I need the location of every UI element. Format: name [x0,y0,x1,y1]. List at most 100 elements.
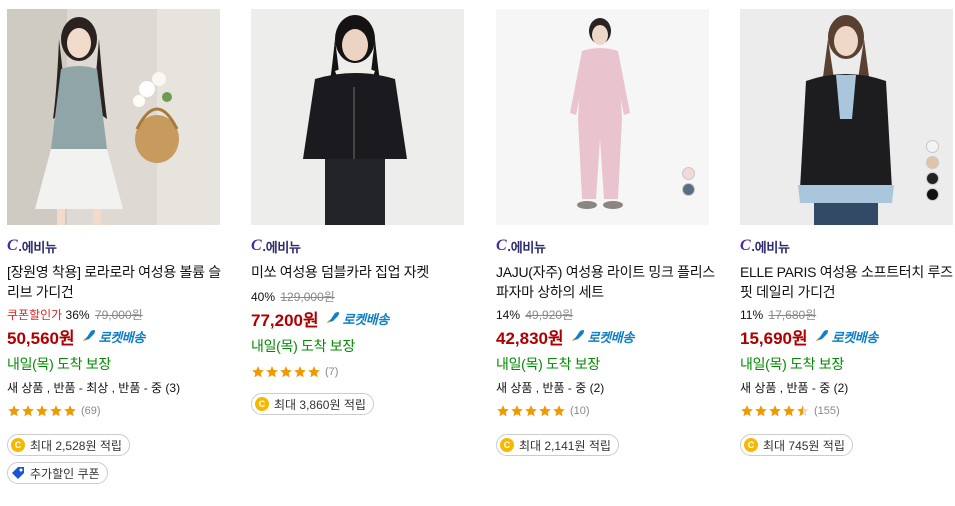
rocket-icon [326,312,339,323]
star-icon [497,405,509,417]
star-icon [769,405,781,417]
star-icon [553,405,565,417]
product-image[interactable] [7,9,220,225]
product-title[interactable]: [장원영 착용] 로라로라 여성용 볼륨 슬리브 가디건 [7,262,227,302]
coin-icon: C [255,397,269,411]
coin-icon: C [11,438,25,452]
color-swatch[interactable] [926,140,939,153]
color-swatch[interactable] [926,156,939,169]
color-swatch[interactable] [926,188,939,201]
brand-logo: C. 에비뉴 [740,237,790,255]
star-icon [266,366,278,378]
rocket-delivery-badge: 로켓배송 [814,327,878,346]
rocket-delivery-badge: 로켓배송 [570,327,634,346]
original-price: 17,680원 [768,308,817,322]
sale-price: 50,560원 [7,328,75,348]
original-price: 49,920원 [525,308,574,322]
discount-row: 40% 129,000원 [251,289,471,305]
rating: (69) [7,402,227,420]
price-row: 42,830원 로켓배송 [496,325,716,348]
product-image[interactable] [496,9,709,225]
reward-badge: C 최대 2,528원 적립 [7,434,130,456]
sale-price: 15,690원 [740,328,808,348]
sale-price: 77,200원 [251,310,319,330]
product-image[interactable] [740,9,953,225]
reward-badge: C 최대 745원 적립 [740,434,853,456]
discount-rate: 40% [251,290,276,304]
product-card[interactable]: C. 에비뉴 [장원영 착용] 로라로라 여성용 볼륨 슬리브 가디건 쿠폰할인가… [7,9,227,485]
product-grid: C. 에비뉴 [장원영 착용] 로라로라 여성용 볼륨 슬리브 가디건 쿠폰할인가… [0,0,955,506]
coupon-price-label: 쿠폰할인가 [7,308,63,322]
star-icon [511,405,523,417]
brand-logo: C. 에비뉴 [251,237,301,255]
star-rating [251,365,321,379]
product-card[interactable]: C. 에비뉴 ELLE PARIS 여성용 소프트터치 루즈핏 데일리 가디건 1… [740,9,955,456]
review-count: (155) [814,405,840,417]
original-price: 79,000원 [94,308,143,322]
discount-row: 11% 17,680원 [740,307,955,323]
product-title[interactable]: JAJU(자주) 여성용 라이트 밍크 플리스 파자마 상하의 세트 [496,262,716,302]
star-icon [36,405,48,417]
coin-icon: C [744,438,758,452]
price-row: 50,560원 로켓배송 [7,325,227,348]
review-count: (69) [81,405,101,417]
star-rating [496,404,566,418]
star-icon [525,405,537,417]
coin-icon: C [500,438,514,452]
star-icon [797,405,809,417]
color-swatch[interactable] [682,167,695,180]
product-title[interactable]: ELLE PARIS 여성용 소프트터치 루즈핏 데일리 가디건 [740,262,955,302]
star-icon [64,405,76,417]
product-options: 새 상품 , 반품 - 중 (2) [740,381,849,395]
brand-logo: C. 에비뉴 [496,237,546,255]
star-icon [280,366,292,378]
delivery-guarantee: 내일(목) 도착 보장 [496,356,600,372]
rocket-icon [815,330,828,341]
star-icon [308,366,320,378]
product-options: 새 상품 , 반품 - 중 (2) [496,381,605,395]
product-card[interactable]: C. 에비뉴 JAJU(자주) 여성용 라이트 밍크 플리스 파자마 상하의 세트… [496,9,716,456]
discount-rate: 14% [496,308,521,322]
rocket-icon [82,330,95,341]
star-icon [539,405,551,417]
star-rating [7,404,77,418]
star-icon [252,366,264,378]
rating: (10) [496,402,716,420]
product-title[interactable]: 미쏘 여성용 덤블카라 집업 자켓 [251,262,471,282]
discount-row: 14% 49,920원 [496,307,716,323]
product-card[interactable]: C. 에비뉴 미쏘 여성용 덤블카라 집업 자켓 40% 129,000원 77,… [251,9,471,415]
star-rating [740,404,810,418]
star-icon [22,405,34,417]
brand-logo: C. 에비뉴 [7,237,57,255]
delivery-guarantee: 내일(목) 도착 보장 [7,356,111,372]
star-icon [783,405,795,417]
product-image[interactable] [251,9,464,225]
rating: (7) [251,363,471,381]
rocket-icon [571,330,584,341]
product-options: 새 상품 , 반품 - 최상 , 반품 - 중 (3) [7,381,181,395]
rocket-delivery-badge: 로켓배송 [325,309,389,328]
discount-rate: 36% [65,308,90,322]
rocket-delivery-badge: 로켓배송 [81,327,145,346]
review-count: (7) [325,366,339,378]
delivery-guarantee: 내일(목) 도착 보장 [251,338,355,354]
sale-price: 42,830원 [496,328,564,348]
delivery-guarantee: 내일(목) 도착 보장 [740,356,844,372]
discount-row: 쿠폰할인가 36% 79,000원 [7,307,227,323]
original-price: 129,000원 [280,290,335,304]
rating: (155) [740,402,955,420]
extra-coupon-badge[interactable]: 추가할인 쿠폰 [7,462,108,484]
reward-badge: C 최대 2,141원 적립 [496,434,619,456]
star-icon [294,366,306,378]
price-row: 15,690원 로켓배송 [740,325,955,348]
tag-icon [12,467,24,479]
color-swatch[interactable] [926,172,939,185]
star-icon [741,405,753,417]
color-swatches [926,140,939,201]
color-swatch[interactable] [682,183,695,196]
reward-badge: C 최대 3,860원 적립 [251,393,374,415]
review-count: (10) [570,405,590,417]
color-swatches [682,167,695,196]
price-row: 77,200원 로켓배송 [251,307,471,330]
star-icon [50,405,62,417]
